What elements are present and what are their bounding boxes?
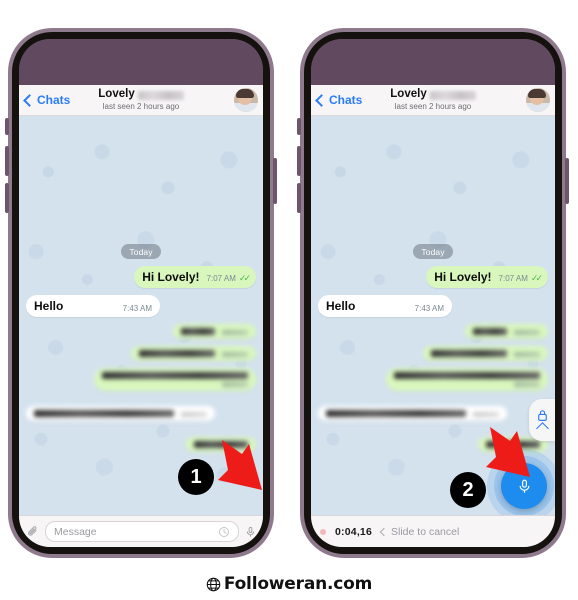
- step-badge-1: 1: [178, 459, 214, 495]
- contact-name: Lovely: [98, 88, 135, 101]
- schedule-timer-icon[interactable]: [218, 526, 230, 538]
- message-row: [26, 368, 256, 391]
- message-meta: 7:43 AM: [123, 304, 152, 313]
- message-bubble-incoming-redacted[interactable]: [26, 406, 215, 421]
- back-to-chats-button[interactable]: Chats: [315, 93, 363, 107]
- message-row: Hello 7:43 AM: [26, 295, 256, 317]
- contact-name: Lovely: [390, 88, 427, 101]
- read-receipt-icon: ✓✓: [530, 273, 543, 283]
- chevron-left-icon: [315, 93, 328, 107]
- phone-volume-up-button[interactable]: [5, 146, 9, 176]
- message-row: [318, 398, 548, 421]
- contact-name-redaction: [429, 90, 476, 100]
- recording-elapsed-time: 0:04,16: [335, 525, 373, 538]
- phone-power-button[interactable]: [273, 158, 277, 204]
- phone-volume-down-button[interactable]: [297, 183, 301, 213]
- message-meta: 7:07 AM ✓✓: [206, 273, 251, 284]
- message-bubble-outgoing[interactable]: Hi Lovely! 7:07 AM ✓✓: [134, 266, 256, 288]
- message-bubble-outgoing-redacted[interactable]: [386, 368, 548, 391]
- read-receipt-icon: ✓✓: [238, 273, 251, 283]
- message-row: [26, 324, 256, 339]
- status-bar-area: [19, 39, 263, 85]
- message-bubble-incoming-redacted[interactable]: [318, 406, 507, 421]
- microphone-icon[interactable]: [245, 524, 256, 540]
- message-meta: 7:07 AM ✓✓: [498, 273, 543, 284]
- brand-name: Followeran.com: [223, 574, 373, 594]
- message-row: Hello 7:43 AM: [318, 295, 548, 317]
- message-bubble-outgoing[interactable]: Hi Lovely! 7:07 AM ✓✓: [426, 266, 548, 288]
- message-text: Hello: [326, 299, 356, 313]
- message-bubble-outgoing-redacted[interactable]: [173, 324, 256, 339]
- step-badge-2: 2: [450, 472, 486, 508]
- chat-header: Chats Lovely last seen 2 hours ago: [19, 85, 263, 116]
- message-bubble-outgoing-redacted[interactable]: [423, 346, 548, 361]
- message-input-placeholder: Message: [54, 525, 97, 538]
- message-bubble-incoming[interactable]: Hello 7:43 AM: [318, 295, 452, 317]
- message-row: Hi Lovely! 7:07 AM ✓✓: [26, 266, 256, 288]
- phone-volume-down-button[interactable]: [5, 183, 9, 213]
- phone-power-button[interactable]: [565, 158, 569, 204]
- message-time: 7:43 AM: [414, 304, 444, 313]
- phone-mute-switch[interactable]: [5, 118, 9, 135]
- message-row: [26, 398, 256, 421]
- back-to-chats-button[interactable]: Chats: [23, 93, 71, 107]
- avatar[interactable]: [234, 88, 258, 112]
- message-meta: 7:43 AM: [415, 304, 444, 313]
- message-bubble-outgoing-redacted[interactable]: [131, 346, 256, 361]
- lock-icon: [537, 409, 547, 421]
- status-bar-area: [311, 39, 555, 85]
- message-text: Hi Lovely!: [142, 270, 200, 284]
- message-time: 7:43 AM: [122, 304, 152, 313]
- message-input-field[interactable]: Message: [45, 521, 239, 542]
- recording-indicator-dot: [320, 528, 326, 535]
- message-bubble-outgoing-redacted[interactable]: [465, 324, 548, 339]
- date-divider: Today: [413, 244, 453, 259]
- message-bubble-incoming[interactable]: Hello 7:43 AM: [26, 295, 160, 317]
- slide-to-cancel-hint[interactable]: Slide to cancel: [379, 525, 460, 538]
- paperclip-icon[interactable]: [26, 524, 39, 539]
- phone-volume-up-button[interactable]: [297, 146, 301, 176]
- message-row: [26, 346, 256, 361]
- chevron-left-icon: [23, 93, 36, 107]
- callout-arrow-2: [486, 427, 530, 477]
- chevron-left-icon: [379, 527, 389, 536]
- callout-arrow-1: [218, 440, 262, 490]
- avatar[interactable]: [526, 88, 550, 112]
- footer-watermark: Followeran.com: [0, 574, 578, 594]
- globe-icon: [206, 577, 221, 591]
- slide-to-cancel-label: Slide to cancel: [391, 525, 460, 538]
- date-divider: Today: [121, 244, 161, 259]
- message-text: Hi Lovely!: [434, 270, 492, 284]
- message-row: [318, 368, 548, 391]
- message-time: 7:07 AM: [498, 274, 528, 283]
- back-label: Chats: [37, 93, 71, 107]
- voice-recording-bar: 0:04,16 Slide to cancel: [311, 515, 555, 547]
- message-row: [318, 324, 548, 339]
- message-time: 7:07 AM: [206, 274, 236, 283]
- message-bubble-outgoing-redacted[interactable]: [94, 368, 256, 391]
- message-input-bar: Message: [19, 515, 263, 547]
- message-row: Hi Lovely! 7:07 AM ✓✓: [318, 266, 548, 288]
- contact-name-redaction: [137, 90, 184, 100]
- chat-header: Chats Lovely last seen 2 hours ago: [311, 85, 555, 116]
- message-text: Hello: [34, 299, 64, 313]
- phone-mute-switch[interactable]: [297, 118, 301, 135]
- back-label: Chats: [329, 93, 363, 107]
- message-row: [318, 346, 548, 361]
